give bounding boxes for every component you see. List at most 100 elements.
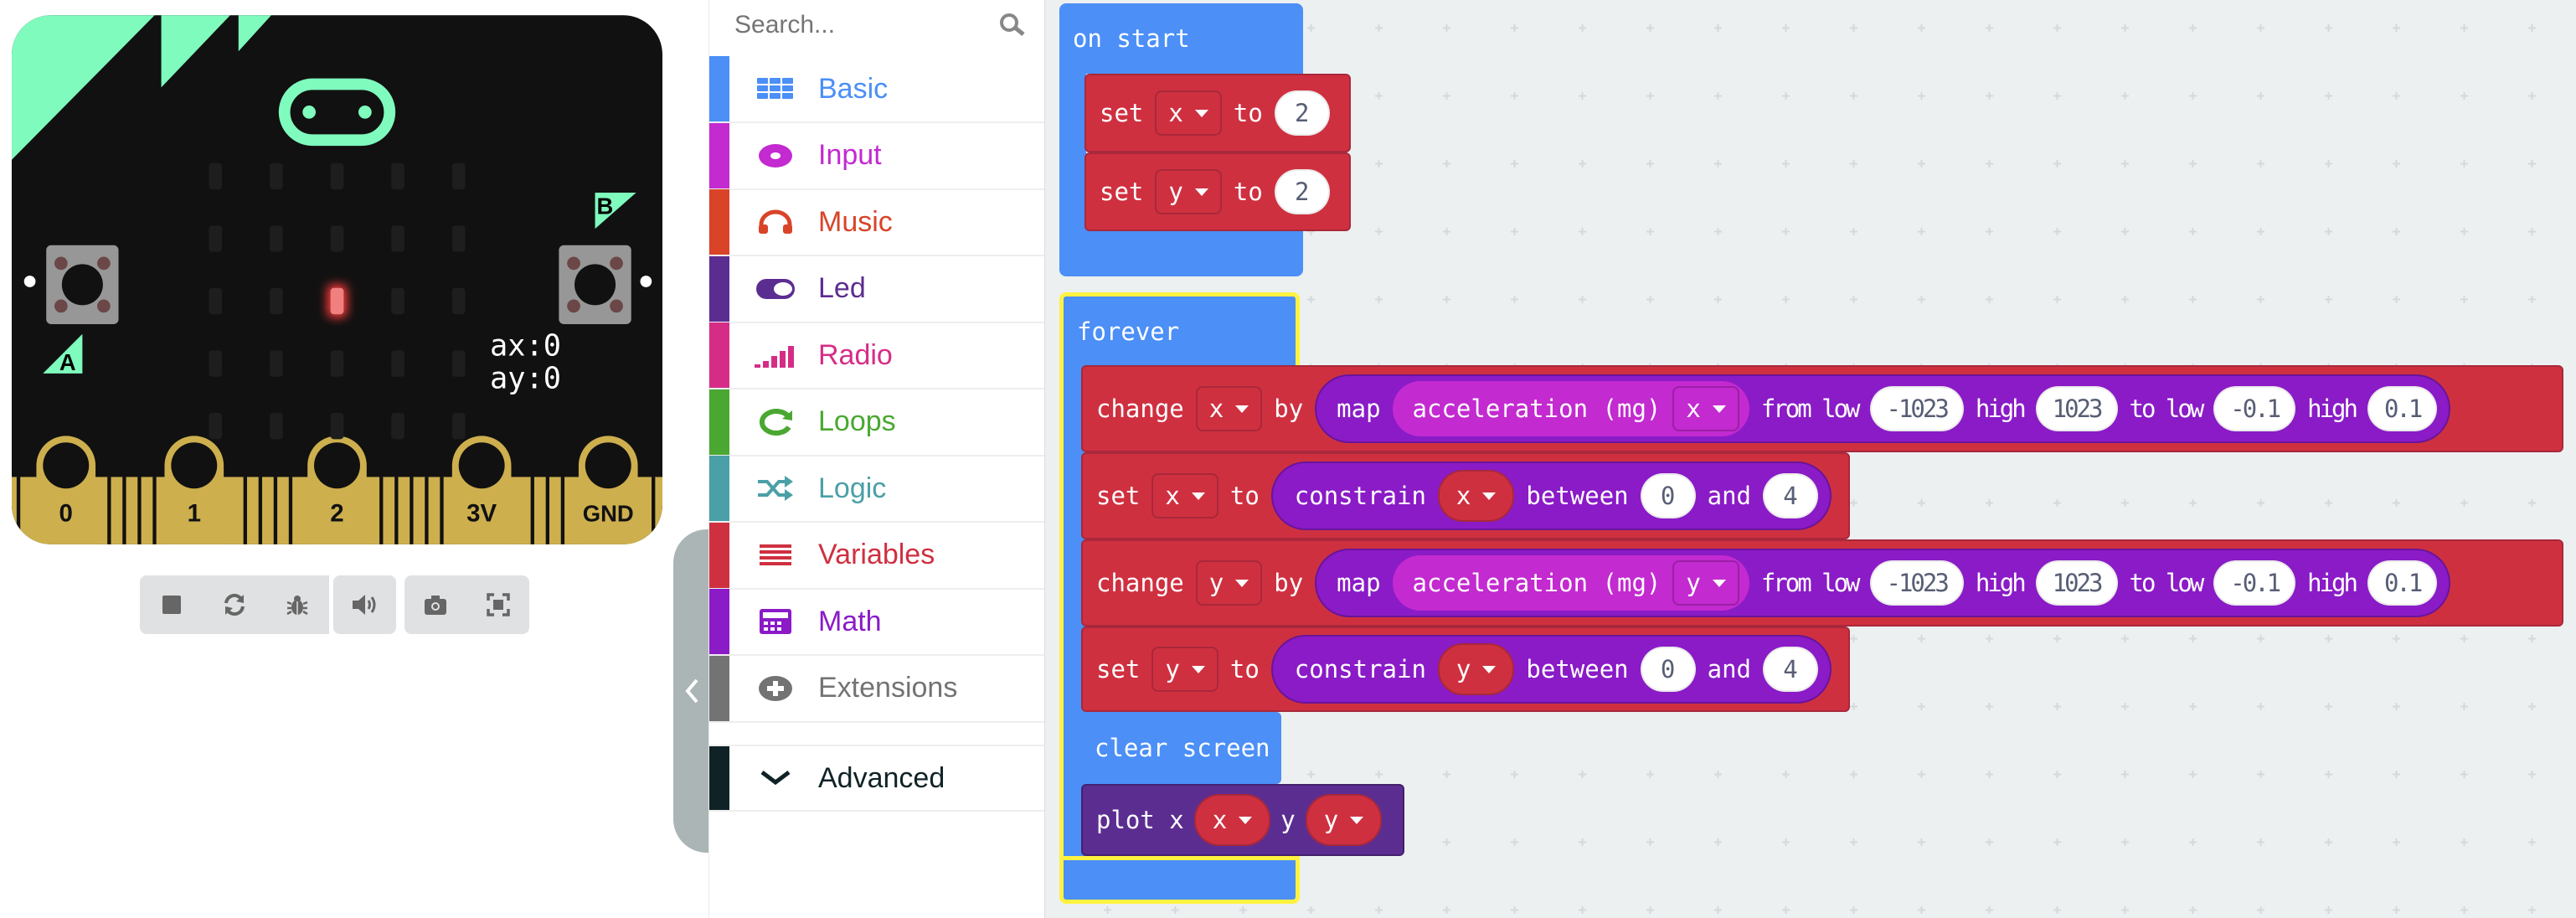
search-icon[interactable]: [997, 13, 1028, 38]
clear-screen-block[interactable]: clear screen: [1081, 712, 1281, 784]
variable-dropdown[interactable]: y: [1151, 647, 1218, 692]
number-input[interactable]: -1023: [1869, 560, 1964, 606]
sim-controls: [140, 575, 329, 634]
change-variable-block[interactable]: change y by map acceleration (mg) y from…: [1081, 539, 2563, 627]
caret-down-icon: [1194, 109, 1208, 117]
variable-dropdown[interactable]: y: [1155, 169, 1222, 214]
pin-hole: [585, 442, 631, 489]
number-input[interactable]: 1023: [2035, 386, 2118, 431]
number-input[interactable]: 0.1: [2367, 560, 2438, 606]
block-keyword: constrain: [1294, 655, 1426, 683]
led-off: [209, 412, 223, 440]
number-input[interactable]: 2: [1274, 90, 1330, 136]
category-label: Variables: [818, 539, 935, 570]
constrain-block[interactable]: constrain x between 0 and 4: [1270, 462, 1832, 530]
variable-reporter[interactable]: y: [1305, 794, 1383, 846]
pin-hole: [314, 442, 360, 489]
toolbox-category-math[interactable]: Math: [709, 589, 1044, 656]
caret-down-icon: [1191, 492, 1205, 500]
category-label: Advanced: [818, 761, 945, 794]
block-keyword: set: [1096, 482, 1141, 510]
number-input[interactable]: 4: [1763, 473, 1818, 518]
toolbox-category-loops[interactable]: Loops: [709, 389, 1044, 456]
on-start-arm: [1059, 72, 1086, 233]
led-off: [209, 225, 223, 252]
block-keyword: between: [1526, 655, 1629, 683]
led-off: [451, 412, 466, 440]
number-input[interactable]: -1023: [1869, 386, 1964, 431]
pin-label: 1: [188, 499, 201, 527]
set-variable-block[interactable]: set x to 2: [1084, 74, 1351, 152]
block-keyword: change: [1096, 395, 1184, 423]
number-input[interactable]: -0.1: [2213, 386, 2296, 431]
variable-dropdown[interactable]: x: [1151, 473, 1218, 518]
variable-reporter[interactable]: x: [1193, 794, 1271, 846]
forever-block[interactable]: forever: [1059, 292, 1300, 366]
connector-gap: [410, 477, 414, 544]
change-variable-block[interactable]: change x by map acceleration (mg) x from…: [1081, 365, 2563, 452]
restart-button[interactable]: [209, 580, 260, 630]
led-off: [451, 350, 466, 377]
search-input[interactable]: [734, 11, 969, 39]
microbit-simulator[interactable]: A B ax:0 ay:0 0 1 2 3V GND: [12, 15, 662, 544]
axis-dropdown[interactable]: y: [1672, 560, 1739, 606]
category-label: Led: [818, 272, 866, 304]
variable-reporter[interactable]: x: [1437, 470, 1515, 522]
number-input[interactable]: 1023: [2035, 560, 2118, 606]
number-input[interactable]: 0.1: [2367, 386, 2438, 431]
category-color-bar: [709, 655, 729, 721]
restart-icon: [224, 593, 245, 616]
toolbox-category-input[interactable]: Input: [709, 122, 1044, 190]
toolbox-category-advanced[interactable]: Advanced: [709, 745, 1044, 812]
acceleration-block[interactable]: acceleration (mg) y: [1392, 555, 1749, 611]
block-keyword: and: [1707, 655, 1751, 683]
fullscreen-button[interactable]: [473, 580, 523, 630]
debug-button[interactable]: [272, 580, 322, 630]
variable-dropdown[interactable]: y: [1195, 560, 1263, 606]
category-color-bar: [709, 746, 729, 810]
number-input[interactable]: 0: [1640, 647, 1696, 692]
led-off: [391, 225, 404, 252]
button-b[interactable]: [559, 245, 631, 324]
axis-dropdown[interactable]: x: [1672, 386, 1739, 431]
category-label: Input: [818, 139, 882, 171]
category-label: Math: [818, 605, 882, 637]
toolbox-category-variables[interactable]: Variables: [709, 522, 1044, 590]
variable-dropdown[interactable]: x: [1195, 386, 1263, 431]
block-keyword: by: [1274, 395, 1304, 423]
acceleration-block[interactable]: acceleration (mg) x: [1392, 381, 1749, 436]
set-variable-block[interactable]: set x to constrain x between 0 and 4: [1081, 452, 1850, 539]
constrain-block[interactable]: constrain y between 0 and 4: [1270, 635, 1832, 704]
block-keyword: y: [1280, 806, 1296, 834]
number-input[interactable]: 0: [1640, 473, 1696, 518]
block-keyword: by: [1274, 569, 1304, 597]
number-input[interactable]: -0.1: [2213, 560, 2296, 606]
variable-reporter[interactable]: y: [1437, 643, 1515, 695]
set-variable-block[interactable]: set y to constrain y between 0 and 4: [1081, 627, 1850, 712]
map-block[interactable]: map acceleration (mg) y from low -1023 h…: [1315, 549, 2451, 617]
stop-button[interactable]: [147, 580, 197, 630]
toolbox-category-extensions[interactable]: Extensions: [709, 655, 1044, 723]
toolbox-category-logic[interactable]: Logic: [709, 456, 1044, 523]
toolbox: Basic Input Music Led Radio Loops Logic …: [708, 0, 1045, 918]
shuffle-icon: [746, 476, 805, 501]
mute-button[interactable]: [340, 580, 390, 630]
caret-down-icon: [1191, 665, 1205, 673]
plot-block[interactable]: plot x x y y: [1081, 784, 1404, 856]
button-a[interactable]: [46, 245, 119, 324]
on-start-block[interactable]: on start: [1059, 3, 1303, 74]
dropdown-value: y: [1208, 569, 1224, 597]
variable-dropdown[interactable]: x: [1155, 90, 1222, 136]
set-variable-block[interactable]: set y to 2: [1084, 152, 1351, 231]
number-input[interactable]: 4: [1763, 647, 1818, 692]
toolbox-category-led[interactable]: Led: [709, 255, 1044, 323]
map-block[interactable]: map acceleration (mg) x from low -1023 h…: [1315, 374, 2451, 443]
block-keyword: from low: [1760, 569, 1861, 597]
toolbox-category-music[interactable]: Music: [709, 189, 1044, 256]
number-input[interactable]: 2: [1274, 169, 1330, 214]
collapse-simulator-button[interactable]: [673, 529, 710, 853]
toolbox-category-radio[interactable]: Radio: [709, 322, 1044, 389]
screenshot-button[interactable]: [410, 580, 461, 630]
block-keyword: map: [1337, 569, 1381, 597]
toolbox-category-basic[interactable]: Basic: [709, 56, 1044, 123]
